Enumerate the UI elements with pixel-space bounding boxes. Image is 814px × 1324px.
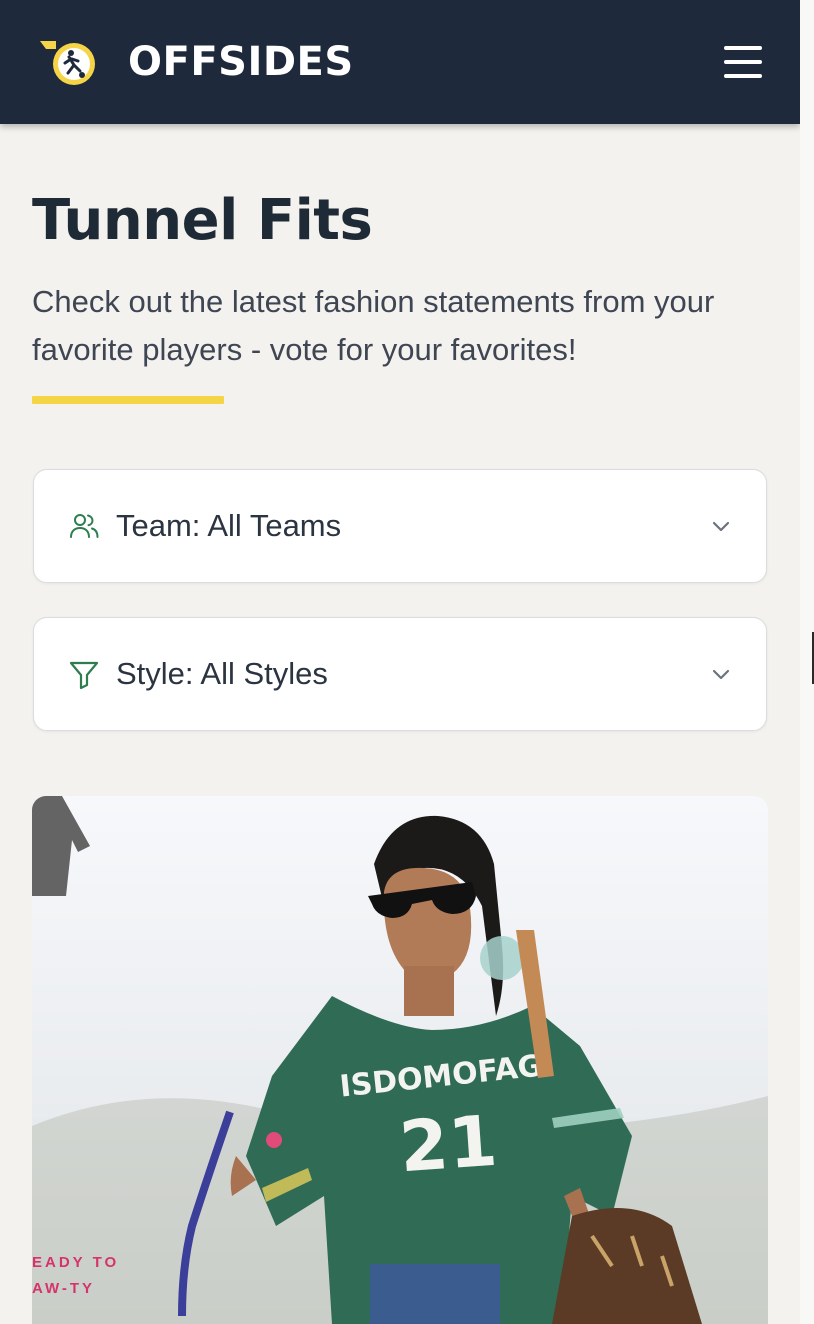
chevron-down-icon (712, 669, 730, 680)
fit-photo[interactable]: ISDOMOFAG 21 (32, 796, 768, 1324)
svg-text:21: 21 (397, 1100, 500, 1189)
hamburger-menu-icon[interactable] (724, 46, 762, 78)
team-filter-dropdown[interactable]: Team: All Teams (33, 469, 767, 583)
caption-line: EADY TO (32, 1254, 120, 1271)
caption-line: AW-TY (32, 1280, 96, 1297)
site-header: OFFSIDES (0, 0, 800, 124)
fit-photo-card[interactable]: ISDOMOFAG 21 EADY TO AW-TY (32, 796, 768, 1324)
users-icon (70, 514, 99, 538)
team-filter-label: Team: All Teams (116, 508, 342, 543)
page: OFFSIDES Tunnel Fits Check out the lates… (0, 0, 800, 1324)
page-subtitle: Check out the latest fashion statements … (32, 284, 715, 367)
filter-funnel-icon (69, 661, 99, 690)
soccer-player-ball-icon[interactable] (38, 37, 100, 87)
style-filter-label: Style: All Styles (116, 656, 328, 691)
menu-line (724, 74, 762, 78)
style-filter-dropdown[interactable]: Style: All Styles (33, 617, 767, 731)
page-title: Tunnel Fits (32, 188, 373, 253)
menu-line (724, 60, 762, 64)
photo-caption: EADY TO AW-TY (32, 1250, 119, 1302)
chevron-down-icon (712, 521, 730, 532)
accent-divider (32, 396, 224, 404)
menu-line (724, 46, 762, 50)
brand-name[interactable]: OFFSIDES (128, 39, 354, 85)
